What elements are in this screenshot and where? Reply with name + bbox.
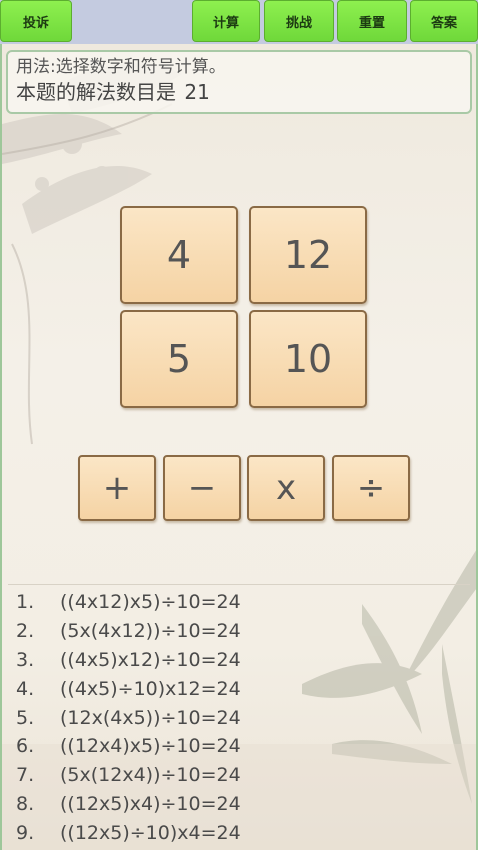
number-tile[interactable]: 12 xyxy=(249,206,367,304)
divider xyxy=(8,584,470,585)
calculate-button[interactable]: 计算 xyxy=(192,0,260,42)
list-item: 5. (12x(4x5))÷10=24 xyxy=(16,706,241,729)
game-panel: 用法:选择数字和符号计算。 本题的解法数目是 21 4 12 5 10 + − … xyxy=(0,44,478,850)
list-item: 4. ((4x5)÷10)x12=24 xyxy=(16,677,241,700)
answer-button[interactable]: 答案 xyxy=(410,0,478,42)
number-tile[interactable]: 5 xyxy=(120,310,238,408)
solutions-count-line: 本题的解法数目是 21 xyxy=(16,78,462,106)
number-tile[interactable]: 10 xyxy=(249,310,367,408)
info-box: 用法:选择数字和符号计算。 本题的解法数目是 21 xyxy=(6,50,472,114)
minus-button[interactable]: − xyxy=(163,455,241,521)
list-item: 6. ((12x4)x5)÷10=24 xyxy=(16,735,241,758)
divide-button[interactable]: ÷ xyxy=(332,455,410,521)
solutions-label: 本题的解法数目是 xyxy=(16,80,176,104)
plus-button[interactable]: + xyxy=(78,455,156,521)
number-tile[interactable]: 4 xyxy=(120,206,238,304)
reset-button[interactable]: 重置 xyxy=(337,0,407,42)
complain-button[interactable]: 投诉 xyxy=(0,0,72,42)
list-item: 9. ((12x5)÷10)x4=24 xyxy=(16,822,241,845)
list-item: 1. ((4x12)x5)÷10=24 xyxy=(16,591,241,613)
challenge-button[interactable]: 挑战 xyxy=(264,0,334,42)
list-item: 8. ((12x5)x4)÷10=24 xyxy=(16,793,241,816)
list-item: 2. (5x(4x12))÷10=24 xyxy=(16,619,241,642)
list-item: 7. (5x(12x4))÷10=24 xyxy=(16,764,241,787)
solutions-list: 1. ((4x12)x5)÷10=24 2. (5x(4x12))÷10=24 3.… xyxy=(16,588,466,848)
top-toolbar: 投诉 计算 挑战 重置 答案 xyxy=(0,0,478,44)
list-item: 3. ((4x5)x12)÷10=24 xyxy=(16,648,241,671)
solutions-count: 21 xyxy=(184,80,210,104)
usage-text: 用法:选择数字和符号计算。 xyxy=(16,57,226,77)
multiply-button[interactable]: x xyxy=(247,455,325,521)
